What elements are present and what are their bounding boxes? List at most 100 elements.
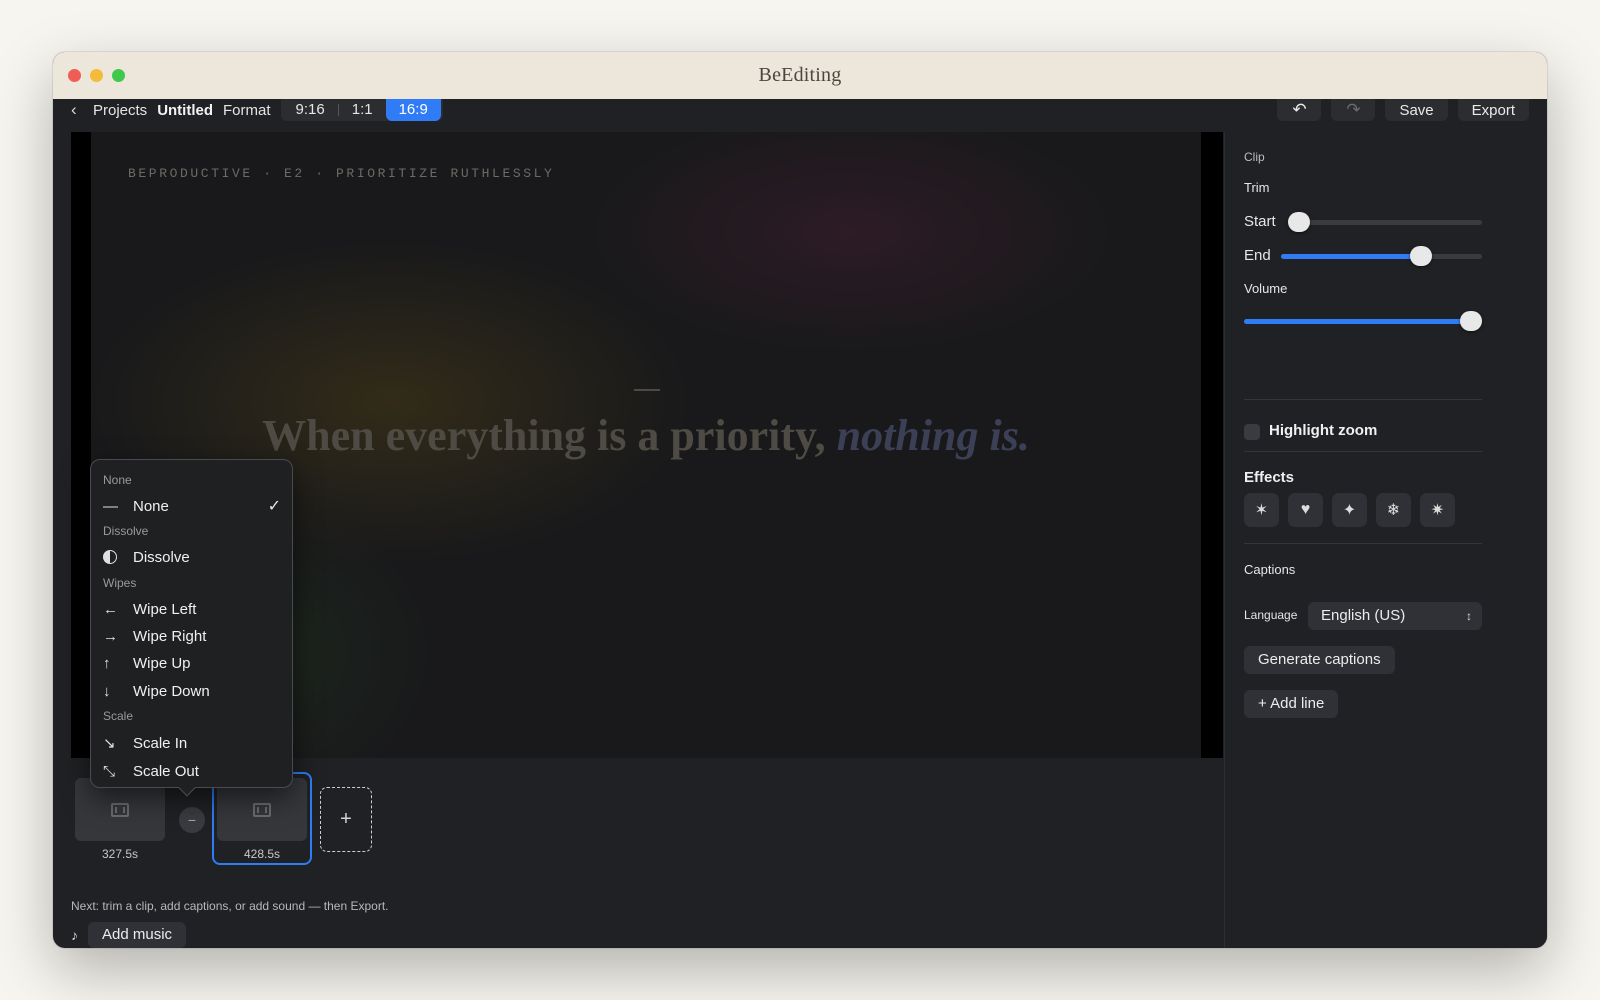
captions-label: Captions	[1244, 562, 1296, 577]
checkmark-icon: ✓	[267, 498, 281, 515]
half-circle-icon	[103, 550, 133, 564]
format-segmented-control: 9:16 1:1 16:9	[280, 99, 443, 121]
sidebar-divider	[1244, 399, 1482, 400]
trim-start-slider[interactable]	[1288, 212, 1482, 232]
trim-end-knob[interactable]	[1410, 246, 1432, 266]
film-icon	[111, 802, 129, 817]
trim-end-fill	[1281, 254, 1422, 259]
transition-menu: None — None ✓ Dissolve Dissolve Wipes ← …	[90, 459, 293, 797]
arrow-up-icon: ↑	[103, 654, 111, 672]
menu-item-label: Wipe Down	[133, 682, 210, 700]
zoom-window-button[interactable]	[112, 69, 125, 82]
undo-button[interactable]: ↶	[1277, 99, 1322, 121]
headline-main: When everything is a priority,	[262, 411, 837, 460]
language-value: English (US)	[1321, 607, 1406, 624]
preview-headline: When everything is a priority, nothing i…	[91, 410, 1201, 462]
trim-label: Trim	[1244, 180, 1270, 195]
highlight-zoom-checkbox[interactable]	[1244, 424, 1260, 440]
project-name[interactable]: Untitled	[157, 102, 213, 119]
effects-row: ✶ ♥ ✦ ❄ ✷	[1244, 493, 1455, 527]
export-button[interactable]: Export	[1457, 99, 1529, 121]
add-music-button[interactable]: Add music	[88, 922, 187, 948]
menu-item-label: Dissolve	[133, 548, 190, 566]
menu-item-label: Wipe Left	[133, 600, 197, 618]
redo-button[interactable]: ↷	[1331, 99, 1376, 121]
volume-label: Volume	[1244, 281, 1288, 296]
format-16-9-button[interactable]: 16:9	[385, 99, 441, 121]
scale-in-icon: ↘	[103, 735, 116, 752]
menu-section-scale: Scale	[103, 709, 134, 723]
menu-item-wipe-right[interactable]: → Wipe Right	[103, 624, 283, 648]
close-window-button[interactable]	[68, 69, 81, 82]
heart-icon[interactable]: ♥	[1288, 493, 1323, 527]
headline-emphasis: nothing is.	[836, 411, 1030, 460]
menu-item-wipe-left[interactable]: ← Wipe Left	[103, 597, 283, 621]
highlight-zoom-label[interactable]: Highlight zoom	[1269, 422, 1377, 439]
music-note-icon: ♪	[71, 927, 78, 943]
minimize-window-button[interactable]	[90, 69, 103, 82]
film-icon	[253, 802, 271, 817]
arrow-down-icon: ↓	[103, 682, 111, 700]
transition-button[interactable]: −	[179, 807, 205, 833]
save-button[interactable]: Save	[1385, 99, 1448, 121]
window-controls	[68, 69, 125, 82]
menu-item-scale-out[interactable]: ⤡ Scale Out	[103, 759, 283, 783]
menu-item-label: None	[133, 497, 169, 515]
menu-item-scale-in[interactable]: ↘ Scale In	[103, 731, 283, 755]
sparkles-icon[interactable]: ✷	[1420, 493, 1455, 527]
menu-item-none[interactable]: — None ✓	[103, 494, 283, 518]
language-label: Language	[1244, 608, 1298, 622]
clip-duration: 327.5s	[101, 847, 139, 861]
scale-out-icon: ⤡	[103, 762, 116, 780]
trim-end-slider[interactable]	[1281, 246, 1482, 266]
sidebar-divider	[1244, 451, 1482, 452]
trim-start-knob[interactable]	[1288, 212, 1310, 232]
arrow-left-icon: ←	[103, 600, 118, 618]
dash-icon: —	[103, 497, 118, 515]
language-select[interactable]: English (US) ↕	[1308, 602, 1482, 630]
menu-item-label: Wipe Up	[133, 654, 191, 672]
volume-fill	[1244, 319, 1474, 324]
menu-section-dissolve: Dissolve	[103, 524, 149, 538]
menu-item-label: Scale Out	[133, 762, 199, 780]
undo-icon: ↶	[1292, 100, 1307, 119]
chevron-left-icon[interactable]: ‹	[71, 100, 83, 120]
menu-section-none: None	[103, 473, 132, 487]
format-9-16-button[interactable]: 9:16	[283, 99, 338, 121]
chevron-updown-icon: ↕	[1466, 609, 1472, 623]
menu-item-label: Wipe Right	[133, 627, 207, 645]
generate-captions-button[interactable]: Generate captions	[1244, 646, 1395, 674]
menu-item-label: Scale In	[133, 734, 188, 752]
arrow-right-icon: →	[103, 627, 118, 645]
format-label: Format	[223, 101, 271, 119]
party-popper-icon[interactable]: ✶	[1244, 493, 1279, 527]
clip-duration: 428.5s	[243, 847, 281, 861]
inspector-sidebar: Clip Trim Start End Volume Highlight zoo…	[1224, 132, 1547, 948]
add-line-button[interactable]: + Add line	[1244, 690, 1339, 718]
toolbar-left: ‹ Projects Untitled Format 9:16 1:1 16:9	[71, 99, 443, 121]
window-title: BeEditing	[758, 64, 842, 86]
trim-end-label: End	[1244, 247, 1271, 264]
decorative-dash	[634, 389, 660, 391]
menu-item-wipe-down[interactable]: ↓ Wipe Down	[103, 679, 283, 703]
menu-item-dissolve[interactable]: Dissolve	[103, 545, 283, 569]
title-bar: BeEditing	[53, 52, 1547, 99]
trim-start-label: Start	[1244, 213, 1276, 230]
format-1-1-button[interactable]: 1:1	[339, 99, 386, 121]
sidebar-divider	[1244, 543, 1482, 544]
toolbar-right: ↶ ↷ Save Export	[1277, 99, 1529, 121]
volume-slider[interactable]	[1244, 311, 1482, 331]
menu-item-wipe-up[interactable]: ↑ Wipe Up	[103, 651, 283, 675]
preview-eyebrow: BEPRODUCTIVE · E2 · PRIORITIZE RUTHLESSL…	[128, 166, 555, 181]
redo-icon: ↷	[1346, 100, 1361, 119]
snowflake-icon[interactable]: ❄	[1376, 493, 1411, 527]
menu-section-wipes: Wipes	[103, 576, 137, 590]
projects-link[interactable]: Projects	[93, 102, 147, 119]
sparkle-icon[interactable]: ✦	[1332, 493, 1367, 527]
clip-section-label: Clip	[1244, 150, 1265, 164]
add-clip-button[interactable]: +	[320, 787, 372, 852]
next-steps-hint: Next: trim a clip, add captions, or add …	[71, 899, 389, 913]
music-row: ♪ Add music	[71, 922, 187, 948]
plus-icon: +	[340, 808, 352, 830]
volume-knob[interactable]	[1460, 311, 1482, 331]
